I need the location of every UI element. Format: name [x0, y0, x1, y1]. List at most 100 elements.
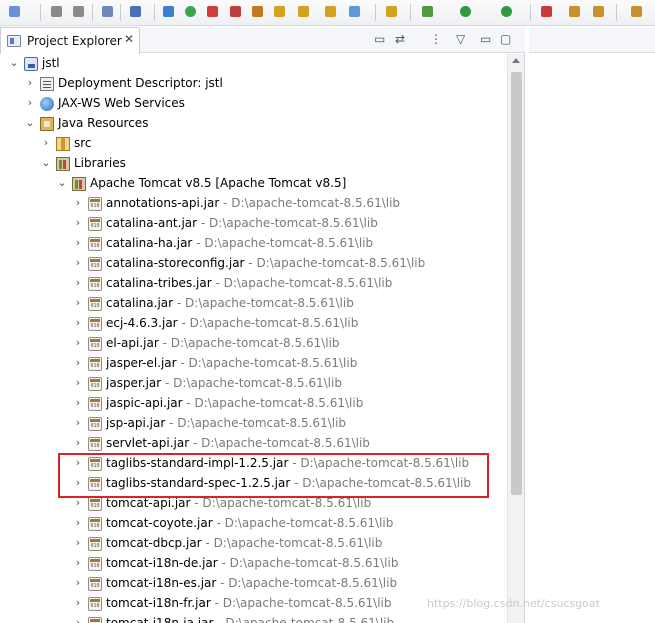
tree-item-name: servlet-api.jar	[106, 436, 190, 450]
tab-project-explorer[interactable]: Project Explorer ✕	[0, 27, 140, 54]
collapsed-chevron-icon[interactable]: ›	[72, 496, 84, 510]
collapsed-chevron-icon[interactable]: ›	[72, 376, 84, 390]
collapsed-chevron-icon[interactable]: ›	[72, 576, 84, 590]
collapsed-chevron-icon[interactable]: ›	[72, 456, 84, 470]
project-tree[interactable]: ⌄ jstl › Deployment Descriptor: jstl › JAX-WS…	[0, 54, 507, 623]
open-console-icon[interactable]	[127, 3, 145, 21]
tree-item[interactable]: › tomcat-i18n-de.jar - D:\apache-tomcat-8…	[0, 554, 507, 574]
tree-item[interactable]: › taglibs-standard-impl-1.2.5.jar - D:\ap…	[0, 454, 507, 474]
tree-item[interactable]: › catalina-ha.jar - D:\apache-tomcat-8.5.…	[0, 234, 507, 254]
tree-item[interactable]: ⌄ Java Resources	[0, 114, 507, 134]
tree-item-name: jasper.jar	[106, 376, 162, 390]
jar-file-icon	[88, 297, 102, 311]
collapsed-chevron-icon[interactable]: ›	[72, 416, 84, 430]
tree-item[interactable]: › tomcat-api.jar - D:\apache-tomcat-8.5.6…	[0, 494, 507, 514]
collapsed-chevron-icon[interactable]: ›	[72, 476, 84, 490]
terminate-icon[interactable]	[227, 3, 245, 21]
tree-item[interactable]: ⌄ jstl	[0, 54, 507, 74]
tree-item[interactable]: › tomcat-i18n-es.jar - D:\apache-tomcat-8…	[0, 574, 507, 594]
collapsed-chevron-icon[interactable]: ›	[72, 316, 84, 330]
expanded-chevron-icon[interactable]: ⌄	[8, 56, 20, 70]
view-menu-icon[interactable]: ▽	[456, 32, 465, 46]
tree-item[interactable]: › tomcat-dbcp.jar - D:\apache-tomcat-8.5.…	[0, 534, 507, 554]
run-icon[interactable]	[457, 3, 475, 21]
scrollbar-thumb[interactable]	[511, 72, 522, 495]
maximize-icon[interactable]: ▢	[500, 32, 511, 46]
save-icon[interactable]	[48, 3, 66, 21]
minimize-icon[interactable]: ▭	[480, 32, 491, 46]
step-over-icon[interactable]	[295, 3, 313, 21]
resume-icon[interactable]	[182, 3, 200, 21]
collapsed-chevron-icon[interactable]: ›	[24, 96, 36, 110]
tree-item[interactable]: › taglibs-standard-spec-1.2.5.jar - D:\ap…	[0, 474, 507, 494]
collapsed-chevron-icon[interactable]: ›	[40, 136, 52, 150]
collapsed-chevron-icon[interactable]: ›	[72, 276, 84, 290]
tree-item-name: el-api.jar	[106, 336, 159, 350]
drop-to-frame-icon[interactable]	[346, 3, 364, 21]
collapse-all-icon[interactable]: ▭	[374, 32, 385, 46]
search-icon[interactable]	[628, 3, 646, 21]
collapsed-chevron-icon[interactable]: ›	[72, 256, 84, 270]
step-return-icon[interactable]	[322, 3, 340, 21]
collapsed-chevron-icon[interactable]: ›	[72, 396, 84, 410]
close-icon[interactable]: ✕	[124, 32, 134, 46]
new-java-package-icon[interactable]	[566, 3, 584, 21]
tree-item-label: JAX-WS Web Services	[58, 96, 185, 110]
tree-item[interactable]: › jasper-el.jar - D:\apache-tomcat-8.5.61…	[0, 354, 507, 374]
print-icon[interactable]	[99, 3, 117, 21]
jar-file-icon	[88, 477, 102, 491]
collapsed-chevron-icon[interactable]: ›	[72, 536, 84, 550]
debug-icon[interactable]	[419, 3, 437, 21]
tree-item-label: catalina.jar - D:\apache-tomcat-8.5.61\l…	[106, 296, 354, 310]
tree-item[interactable]: › Deployment Descriptor: jstl	[0, 74, 507, 94]
tree-item[interactable]: › JAX-WS Web Services	[0, 94, 507, 114]
expanded-chevron-icon[interactable]: ⌄	[24, 116, 36, 130]
tree-item[interactable]: › catalina-tribes.jar - D:\apache-tomcat-…	[0, 274, 507, 294]
collapsed-chevron-icon[interactable]: ›	[72, 236, 84, 250]
open-type-icon[interactable]	[590, 3, 608, 21]
tree-item[interactable]: ⌄ Apache Tomcat v8.5 [Apache Tomcat v8.5]	[0, 174, 507, 194]
tree-item[interactable]: › tomcat-i18n-ja.jar - D:\apache-tomcat-8…	[0, 614, 507, 623]
step-into-icon[interactable]	[271, 3, 289, 21]
expanded-chevron-icon[interactable]: ⌄	[56, 176, 68, 190]
collapsed-chevron-icon[interactable]: ›	[72, 596, 84, 610]
link-with-editor-icon[interactable]: ⇄	[395, 32, 405, 46]
tree-item[interactable]: › annotations-api.jar - D:\apache-tomcat-…	[0, 194, 507, 214]
collapsed-chevron-icon[interactable]: ›	[72, 216, 84, 230]
vertical-scrollbar[interactable]	[507, 54, 524, 623]
tree-item[interactable]: › catalina-storeconfig.jar - D:\apache-to…	[0, 254, 507, 274]
tree-item[interactable]: › tomcat-coyote.jar - D:\apache-tomcat-8.…	[0, 514, 507, 534]
collapsed-chevron-icon[interactable]: ›	[72, 516, 84, 530]
tree-item[interactable]: ⌄ Libraries	[0, 154, 507, 174]
editor-area	[529, 27, 655, 623]
tree-item[interactable]: › catalina-ant.jar - D:\apache-tomcat-8.5…	[0, 214, 507, 234]
collapsed-chevron-icon[interactable]: ›	[72, 356, 84, 370]
use-step-filters-icon[interactable]	[383, 3, 401, 21]
tree-item[interactable]: › el-api.jar - D:\apache-tomcat-8.5.61\li…	[0, 334, 507, 354]
suspend-icon[interactable]	[204, 3, 222, 21]
tree-item[interactable]: › ecj-4.6.3.jar - D:\apache-tomcat-8.5.61…	[0, 314, 507, 334]
save-all-icon[interactable]	[70, 3, 88, 21]
disconnect-icon[interactable]	[249, 3, 267, 21]
skip-breakpoints-icon[interactable]	[160, 3, 178, 21]
tree-item[interactable]: › catalina.jar - D:\apache-tomcat-8.5.61\…	[0, 294, 507, 314]
java-resources-icon	[40, 117, 54, 131]
collapsed-chevron-icon[interactable]: ›	[72, 336, 84, 350]
tree-item[interactable]: › jasper.jar - D:\apache-tomcat-8.5.61\li…	[0, 374, 507, 394]
tree-item[interactable]: › jsp-api.jar - D:\apache-tomcat-8.5.61\l…	[0, 414, 507, 434]
collapsed-chevron-icon[interactable]: ›	[72, 556, 84, 570]
tree-item[interactable]: › jaspic-api.jar - D:\apache-tomcat-8.5.6…	[0, 394, 507, 414]
collapsed-chevron-icon[interactable]: ›	[72, 436, 84, 450]
collapsed-chevron-icon[interactable]: ›	[72, 196, 84, 210]
new-wizard-icon[interactable]	[6, 3, 24, 21]
external-tools-icon[interactable]	[538, 3, 556, 21]
expanded-chevron-icon[interactable]: ⌄	[40, 156, 52, 170]
tree-item[interactable]: › src	[0, 134, 507, 154]
collapsed-chevron-icon[interactable]: ›	[72, 296, 84, 310]
coverage-icon[interactable]	[498, 3, 516, 21]
collapsed-chevron-icon[interactable]: ›	[24, 76, 36, 90]
view-menu-dots-icon[interactable]: ⋮	[430, 32, 442, 46]
collapsed-chevron-icon[interactable]: ›	[72, 616, 84, 623]
scroll-up-arrow-icon[interactable]	[512, 58, 520, 63]
tree-item[interactable]: › servlet-api.jar - D:\apache-tomcat-8.5.…	[0, 434, 507, 454]
